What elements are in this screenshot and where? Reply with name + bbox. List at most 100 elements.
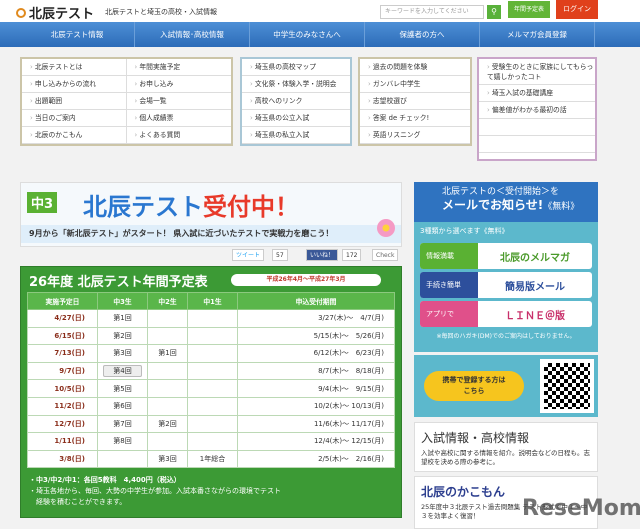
menu-item[interactable]: 埼玉県の公立入試 xyxy=(242,110,350,127)
mail-line2: メールでお知らせ! xyxy=(442,198,544,212)
column-header: 中3生 xyxy=(97,292,148,310)
table-cell: 2/5(木)～ 2/16(月) xyxy=(237,449,395,469)
schedule-title: 26年度 北辰テスト年間予定表 xyxy=(29,275,208,290)
note-fee: ・中3/中2/中1：各回5教科 4,400円（税込） xyxy=(29,476,181,484)
menu-item[interactable]: 偏差値がわかる最初の話 xyxy=(479,102,595,119)
nav-students[interactable]: 中学生のみなさんへ xyxy=(250,22,365,47)
menu-item[interactable]: 申し込みからの流れ xyxy=(22,76,126,93)
nav-parents[interactable]: 保護者の方へ xyxy=(365,22,480,47)
search-input[interactable]: キーワードを入力してください xyxy=(380,5,484,19)
table-cell: 10/2(木)～ 10/13(月) xyxy=(237,396,395,416)
table-cell: 第6回 xyxy=(97,396,148,416)
table-row: 6/15(日) 第2回 5/15(木)～ 5/26(月) xyxy=(27,326,395,346)
mobile-signup[interactable]: 携帯で登録する方は こちら xyxy=(414,355,598,417)
search-icon[interactable]: ⚲ xyxy=(487,5,501,19)
schedule-notes: ・中3/中2/中1：各回5教科 4,400円（税込） ・埼玉各地から、毎回、大勢… xyxy=(29,475,281,508)
menu-item[interactable]: 高校へのリンク xyxy=(242,93,350,110)
mail-note: ※毎回のハガキ(DM)でのご案内はしておりません。 xyxy=(436,333,576,340)
schedule-button[interactable]: 年間予定表 xyxy=(508,1,550,18)
card-title: 入試情報・高校情報 xyxy=(421,431,530,445)
nav-mailmag[interactable]: メルマガ会員登録 xyxy=(480,22,595,47)
option-label: 簡易版メール xyxy=(505,281,565,293)
table-cell xyxy=(187,432,238,451)
promo-banner[interactable]: 中3 北辰テスト受付中！ 9月から「新北辰テスト」がスタート！ 県入試に近づいた… xyxy=(20,182,402,247)
option-label: 北辰のメルマガ xyxy=(500,252,570,264)
menu-item[interactable]: 英語リスニング xyxy=(360,127,470,144)
menu-item[interactable]: 北辰テストとは xyxy=(22,59,126,76)
mail-option-button[interactable]: アプリで ＬＩＮＥ＠版 xyxy=(420,301,592,327)
qr-code-icon xyxy=(540,359,594,413)
menu-item[interactable]: 埼玉県の高校マップ xyxy=(242,59,350,76)
menu-item[interactable]: 出題範囲 xyxy=(22,93,126,110)
current-round-button[interactable]: 第4回 xyxy=(103,365,142,378)
menu-item[interactable]: よくある質問 xyxy=(126,127,231,144)
like-button[interactable]: いいね！ xyxy=(306,249,339,261)
table-cell: 6/15(日) xyxy=(27,326,98,346)
table-cell xyxy=(187,309,238,328)
mobile-text2: こちら xyxy=(463,387,485,395)
menu-item[interactable]: 年間実施予定 xyxy=(126,59,231,76)
mobile-bubble: 携帯で登録する方は こちら xyxy=(424,371,524,401)
watermark: ReseMom xyxy=(522,496,640,521)
menu-item[interactable]: 埼玉入試の基礎講座 xyxy=(479,85,595,102)
table-cell xyxy=(147,326,188,346)
table-cell: 10/5(日) xyxy=(27,379,98,398)
menu-item[interactable]: 答案 de チェック! xyxy=(360,110,470,127)
menu-box-exam: 埼玉県の高校マップ文化祭・体験入学・説明会高校へのリンク埼玉県の公立入試埼玉県の… xyxy=(240,57,352,146)
menu-item[interactable]: ガンバレ中学生 xyxy=(360,76,470,93)
table-cell: 第1回 xyxy=(97,309,148,328)
logo-face-icon xyxy=(16,7,26,18)
menu-box-students: 過去の問題を体験ガンバレ中学生志望校選び答案 de チェック!英語リスニング xyxy=(358,57,472,146)
table-cell xyxy=(147,361,188,381)
banner-title: 北辰テスト受付中！ xyxy=(83,187,299,222)
tweet-button[interactable]: ツイート xyxy=(232,249,265,261)
flower-icon xyxy=(377,219,395,237)
note-desc-2: 経験を積むことができます。 xyxy=(29,498,127,506)
menu-item[interactable]: 志望校選び xyxy=(360,93,470,110)
table-cell: 第1回 xyxy=(147,344,188,363)
check-button[interactable]: Check xyxy=(372,249,399,261)
mail-signup-panel: 北辰テストの＜受付開始＞を メールでお知らせ!《無料》 3種類から選べます《無料》… xyxy=(414,182,598,352)
login-button[interactable]: ログイン xyxy=(556,0,598,19)
menu-item[interactable]: 受験生のときに家族にしてもらって嬉しかったコト xyxy=(479,59,595,85)
logo[interactable]: 北辰テスト xyxy=(16,3,94,22)
card-exam-info[interactable]: 入試情報・高校情報入試や高校に関する情報を紹介。説明会などの日程も。志望校を決め… xyxy=(414,422,598,472)
table-cell: 3/27(木)～ 4/7(月) xyxy=(237,309,395,328)
table-cell xyxy=(147,396,188,416)
banner-title-text: 北辰テスト xyxy=(83,193,203,221)
table-cell: 8/7(木)～ 8/18(月) xyxy=(237,361,395,381)
column-header: 申込受付期間 xyxy=(237,292,395,310)
table-cell xyxy=(97,449,148,469)
table-cell xyxy=(187,361,238,381)
header: 北辰テスト 北辰テストと埼玉の高校・入試情報 キーワードを入力してください ⚲ … xyxy=(0,0,640,22)
menu-item[interactable]: 会場一覧 xyxy=(126,93,231,110)
table-cell: 3/8(日) xyxy=(27,449,98,469)
nav-exam-info[interactable]: 入試情報･高校情報 xyxy=(135,22,250,47)
table-cell: 6/12(木)～ 6/23(月) xyxy=(237,344,395,363)
nav-hokushin-info[interactable]: 北辰テスト情報 xyxy=(20,22,135,47)
table-cell xyxy=(187,326,238,346)
menu-item[interactable]: 北辰のかこもん xyxy=(22,127,126,144)
mail-option-button[interactable]: 情報満載 北辰のメルマガ xyxy=(420,243,592,269)
menu-item[interactable]: 過去の問題を体験 xyxy=(360,59,470,76)
option-tag: 手続き簡単 xyxy=(420,272,478,298)
banner-subtitle: 9月から「新北辰テスト」がスタート！ 県入試に近づいたテストで実戦力を磨こう！ xyxy=(21,225,401,243)
menu-item[interactable]: お申し込み xyxy=(126,76,231,93)
table-cell: 12/4(木)～ 12/15(月) xyxy=(237,432,395,451)
option-tag: アプリで xyxy=(420,301,478,327)
table-row: 11/2(日) 第6回 10/2(木)～ 10/13(月) xyxy=(27,396,395,416)
mail-option-button[interactable]: 手続き簡単 簡易版メール xyxy=(420,272,592,298)
table-cell xyxy=(147,309,188,328)
menu-item[interactable]: 埼玉県の私立入試 xyxy=(242,127,350,144)
menu-item[interactable]: 文化祭・体験入学・説明会 xyxy=(242,76,350,93)
table-cell: 4/27(日) xyxy=(27,309,98,328)
table-cell: 第3回 xyxy=(97,344,148,363)
logo-text: 北辰テスト xyxy=(29,7,95,22)
table-row: 3/8(日) 第3回 1年総合 2/5(木)～ 2/16(月) xyxy=(27,449,395,469)
column-header: 実施予定日 xyxy=(27,292,98,310)
menu-item[interactable]: 個人成績票 xyxy=(126,110,231,127)
table-cell: 5/15(木)～ 5/26(月) xyxy=(237,326,395,346)
card-desc: 入試や高校に関する情報を紹介。説明会などの日程も。志望校を決める際の参考に。 xyxy=(421,449,590,466)
menu-item[interactable]: 当日のご案内 xyxy=(22,110,126,127)
table-cell: 第3回 xyxy=(147,449,188,469)
